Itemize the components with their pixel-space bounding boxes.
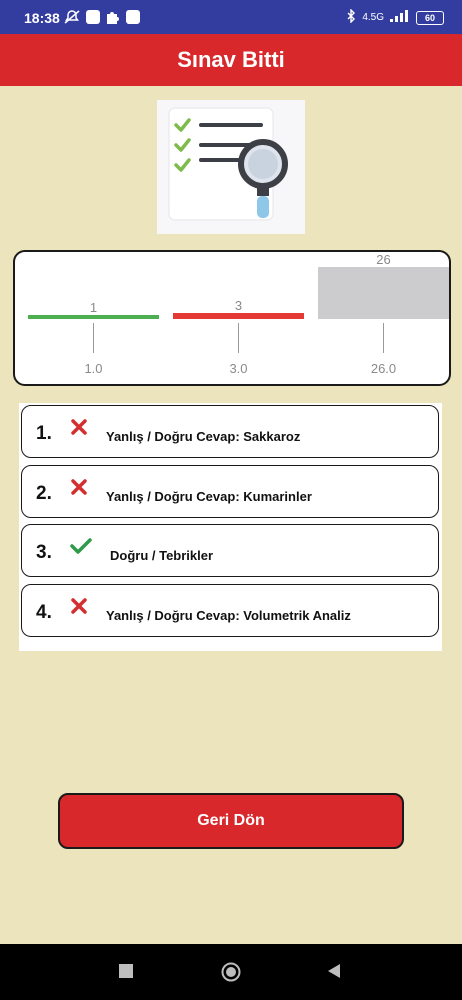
results-list: 1. Yanlış / Doğru Cevap: Sakkaroz 2. Yan… — [19, 403, 442, 651]
chart-value-label-2: 3 — [235, 298, 242, 313]
cross-icon — [70, 597, 88, 615]
chart-tick-label-3: 26.0 — [371, 361, 396, 376]
recents-button[interactable] — [119, 964, 133, 978]
chart-bar-1 — [28, 315, 159, 319]
bluetooth-icon — [346, 8, 356, 26]
cross-icon — [70, 418, 88, 436]
result-item-1[interactable]: 1. Yanlış / Doğru Cevap: Sakkaroz — [21, 405, 439, 458]
back-nav-button[interactable] — [326, 963, 342, 984]
result-item-2[interactable]: 2. Yanlış / Doğru Cevap: Kumarinler — [21, 465, 439, 518]
result-number: 3. — [36, 542, 52, 563]
muted-bell-icon — [64, 10, 80, 29]
home-button[interactable] — [221, 962, 241, 987]
chart-bar-2 — [173, 313, 304, 319]
score-chart-svg: 1 1.0 3 3.0 26 26.0 — [28, 252, 449, 376]
chart-tick-label-2: 3.0 — [229, 361, 247, 376]
result-text: Doğru / Tebrikler — [110, 548, 214, 563]
result-item-4[interactable]: 4. Yanlış / Doğru Cevap: Volumetrik Anal… — [21, 584, 439, 637]
result-text: Yanlış / Doğru Cevap: Volumetrik Analiz — [106, 608, 351, 623]
app-bar: Sınav Bitti — [0, 34, 462, 86]
app-notification-icon-2 — [126, 10, 140, 24]
result-text: Yanlış / Doğru Cevap: Kumarinler — [106, 489, 312, 504]
score-chart: 1 1.0 3 3.0 26 26.0 — [13, 250, 451, 386]
back-button[interactable]: Geri Dön — [58, 793, 404, 849]
checklist-magnifier-illustration — [157, 100, 305, 234]
puzzle-icon — [106, 10, 120, 29]
check-icon — [70, 537, 92, 555]
signal-icon — [390, 10, 410, 25]
app-notification-icon — [86, 10, 100, 24]
network-type-label: 4.5G — [362, 12, 384, 23]
chart-value-label-3: 26 — [376, 252, 390, 267]
system-icons: 4.5G 60 — [346, 8, 444, 26]
battery-icon: 60 — [416, 10, 444, 25]
result-number: 1. — [36, 423, 52, 444]
chart-value-label-1: 1 — [90, 300, 97, 315]
result-item-3[interactable]: 3. Doğru / Tebrikler — [21, 524, 439, 577]
cross-icon — [70, 478, 88, 496]
chart-tick-label-1: 1.0 — [84, 361, 102, 376]
result-number: 2. — [36, 483, 52, 504]
status-time: 18:38 — [24, 10, 60, 26]
result-text: Yanlış / Doğru Cevap: Sakkaroz — [106, 429, 301, 444]
notification-icons — [64, 10, 140, 29]
page-title: Sınav Bitti — [177, 47, 285, 72]
chart-bar-3 — [318, 267, 449, 319]
status-bar: 18:38 4.5G 60 — [0, 0, 462, 34]
back-button-label: Geri Dön — [197, 812, 265, 829]
system-nav-bar — [0, 944, 462, 1000]
result-number: 4. — [36, 602, 52, 623]
